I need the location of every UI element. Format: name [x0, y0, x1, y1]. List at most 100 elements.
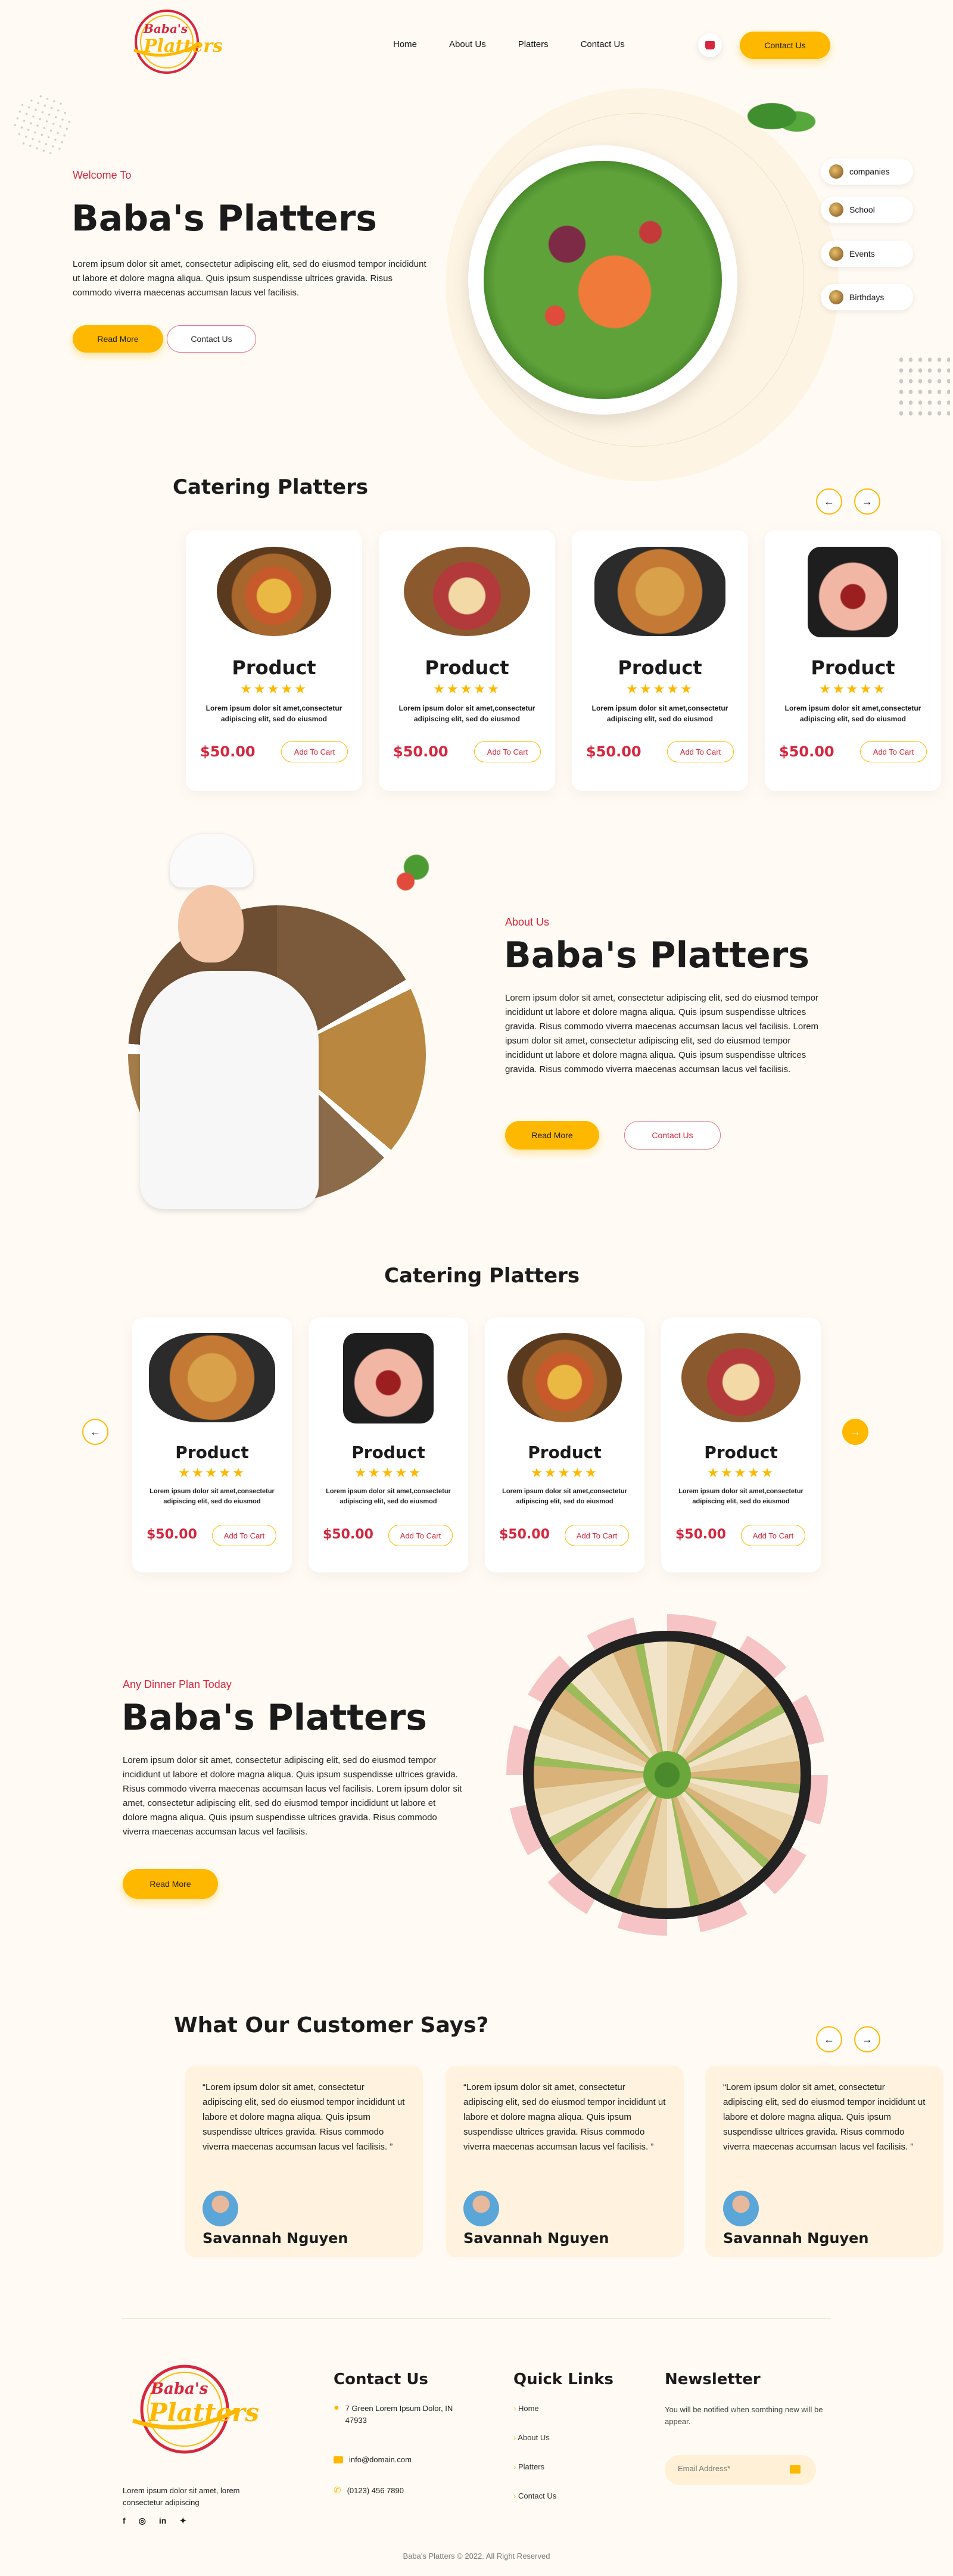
product-card[interactable]: Product ★★★★★ Lorem ipsum dolor sit amet… — [572, 530, 748, 791]
twitter-icon[interactable]: ✦ — [179, 2516, 186, 2526]
catering2-title: Catering Platters — [384, 1264, 580, 1288]
product-price: $50.00 — [499, 1527, 550, 1542]
product-rating: ★★★★★ — [354, 1465, 422, 1480]
arrow-right-icon: → — [862, 2033, 873, 2045]
product-card[interactable]: Product ★★★★★ Lorem ipsum dolor sit amet… — [379, 530, 555, 791]
add-to-cart-button[interactable]: Add To Cart — [565, 1525, 629, 1546]
testimonials-title: What Our Customer Says? — [174, 2013, 489, 2038]
product-rating: ★★★★★ — [240, 681, 308, 696]
arrow-left-icon: ← — [90, 1425, 101, 1438]
logo-big-text: Platters — [148, 2398, 260, 2427]
product-card[interactable]: Product ★★★★★ Lorem ipsum dolor sit amet… — [765, 530, 941, 791]
product-image — [343, 1333, 434, 1424]
product-card[interactable]: Product ★★★★★ Lorem ipsum dolor sit amet… — [485, 1317, 644, 1572]
product-image — [507, 1333, 622, 1422]
phone-text: (0123) 456 7890 — [347, 2485, 404, 2495]
add-to-cart-button[interactable]: Add To Cart — [667, 741, 734, 762]
testimonials-prev-button[interactable]: ← — [816, 2026, 842, 2052]
instagram-icon[interactable]: ◎ — [139, 2516, 146, 2526]
product-price: $50.00 — [200, 743, 256, 760]
cart-button[interactable] — [698, 33, 722, 57]
nav-about[interactable]: About Us — [449, 39, 486, 54]
product-rating: ★★★★★ — [707, 1465, 775, 1480]
product-card[interactable]: Product ★★★★★ Lorem ipsum dolor sit amet… — [186, 530, 362, 791]
footer-link-platters[interactable]: › Platters — [513, 2462, 556, 2471]
main-nav: Home About Us Platters Contact Us — [393, 39, 643, 54]
product-name: Product — [618, 656, 702, 679]
nav-contact[interactable]: Contact Us — [581, 39, 625, 54]
footer-links: › Home › About Us › Platters › Contact U… — [513, 2404, 556, 2500]
hero-contact-button[interactable]: Contact Us — [167, 325, 256, 353]
about-text: Lorem ipsum dolor sit amet, consectetur … — [505, 993, 819, 1074]
newsletter-form — [665, 2455, 816, 2485]
product-rating: ★★★★★ — [178, 1465, 246, 1480]
footer-divider — [122, 2318, 831, 2319]
newsletter-text: You will be notified when somthing new w… — [665, 2405, 823, 2426]
pill-label: Events — [849, 249, 875, 258]
email-row[interactable]: info@domain.com — [334, 2455, 412, 2464]
footer-link-label: Home — [518, 2404, 539, 2413]
newsletter-email-input[interactable] — [678, 2464, 773, 2473]
avatar — [203, 2191, 238, 2226]
hero-kicker: Welcome To — [73, 169, 132, 181]
catering1-prev-button[interactable]: ← — [816, 488, 842, 515]
product-image — [217, 547, 331, 636]
footer-link-about[interactable]: › About Us — [513, 2433, 556, 2442]
testimonial-name: Savannah Nguyen — [723, 2230, 869, 2247]
footer-link-home[interactable]: › Home — [513, 2404, 556, 2413]
logo-big-text: Platters — [144, 36, 223, 57]
about-read-more-button[interactable]: Read More — [505, 1121, 599, 1150]
product-desc: Lorem ipsum dolor sit amet,consectetur a… — [502, 1488, 627, 1505]
arrow-right-icon: → — [862, 495, 873, 507]
product-price: $50.00 — [393, 743, 449, 760]
product-desc: Lorem ipsum dolor sit amet,consectetur a… — [150, 1488, 275, 1505]
pill-school[interactable]: School — [821, 197, 913, 223]
add-to-cart-button[interactable]: Add To Cart — [474, 741, 541, 762]
footer-logo[interactable]: Baba's Platters — [116, 2359, 259, 2460]
product-card[interactable]: Product ★★★★★ Lorem ipsum dolor sit amet… — [309, 1317, 468, 1572]
footer-contact-title: Contact Us — [334, 2371, 428, 2388]
product-price: $50.00 — [586, 743, 641, 760]
linkedin-icon[interactable]: in — [159, 2516, 166, 2526]
dinner-text: Lorem ipsum dolor sit amet, consectetur … — [123, 1755, 462, 1837]
product-name: Product — [528, 1443, 602, 1462]
catering2-next-button[interactable]: → — [842, 1419, 868, 1445]
add-to-cart-button[interactable]: Add To Cart — [741, 1525, 805, 1546]
about-contact-button[interactable]: Contact Us — [624, 1121, 721, 1150]
arrow-left-icon: ← — [824, 2033, 834, 2045]
testimonial-card: “Lorem ipsum dolor sit amet, consectetur… — [185, 2066, 423, 2257]
add-to-cart-button[interactable]: Add To Cart — [860, 741, 927, 762]
add-to-cart-button[interactable]: Add To Cart — [212, 1525, 276, 1546]
catering2-prev-button[interactable]: ← — [82, 1419, 108, 1445]
add-to-cart-button[interactable]: Add To Cart — [281, 741, 348, 762]
pill-companies[interactable]: companies — [821, 158, 913, 185]
site-logo[interactable]: Baba's Platters — [122, 6, 223, 77]
dinner-read-more-button[interactable]: Read More — [123, 1869, 218, 1899]
send-icon[interactable] — [790, 2465, 801, 2474]
logo-small-text: Baba's — [144, 21, 188, 36]
footer-about: Lorem ipsum dolor sit amet, lorem consec… — [123, 2486, 240, 2507]
pill-birthdays[interactable]: Birthdays — [821, 284, 913, 310]
hero-text: Lorem ipsum dolor sit amet, consectetur … — [73, 259, 426, 298]
footer-link-label: Platters — [518, 2462, 545, 2471]
dinner-title: Baba's Platters — [122, 1697, 428, 1739]
footer-link-label: About Us — [518, 2433, 550, 2442]
facebook-icon[interactable]: f — [123, 2516, 126, 2526]
add-to-cart-button[interactable]: Add To Cart — [388, 1525, 453, 1546]
phone-row[interactable]: ✆ (0123) 456 7890 — [334, 2485, 404, 2496]
testimonials-next-button[interactable]: → — [854, 2026, 880, 2052]
logo-small-text: Baba's — [151, 2380, 208, 2398]
nav-platters[interactable]: Platters — [518, 39, 549, 54]
pill-events[interactable]: Events — [821, 241, 913, 267]
about-title: Baba's Platters — [504, 935, 810, 976]
footer-link-contact[interactable]: › Contact Us — [513, 2491, 556, 2500]
nav-home[interactable]: Home — [393, 39, 417, 54]
catering1-next-button[interactable]: → — [854, 488, 880, 515]
about-chef-image — [128, 834, 438, 1215]
platter-thumb-icon — [829, 203, 843, 217]
product-card[interactable]: Product ★★★★★ Lorem ipsum dolor sit amet… — [132, 1317, 292, 1572]
hero-read-more-button[interactable]: Read More — [73, 325, 163, 353]
header-contact-button[interactable]: Contact Us — [740, 32, 830, 59]
product-card[interactable]: Product ★★★★★ Lorem ipsum dolor sit amet… — [661, 1317, 821, 1572]
product-price: $50.00 — [779, 743, 834, 760]
